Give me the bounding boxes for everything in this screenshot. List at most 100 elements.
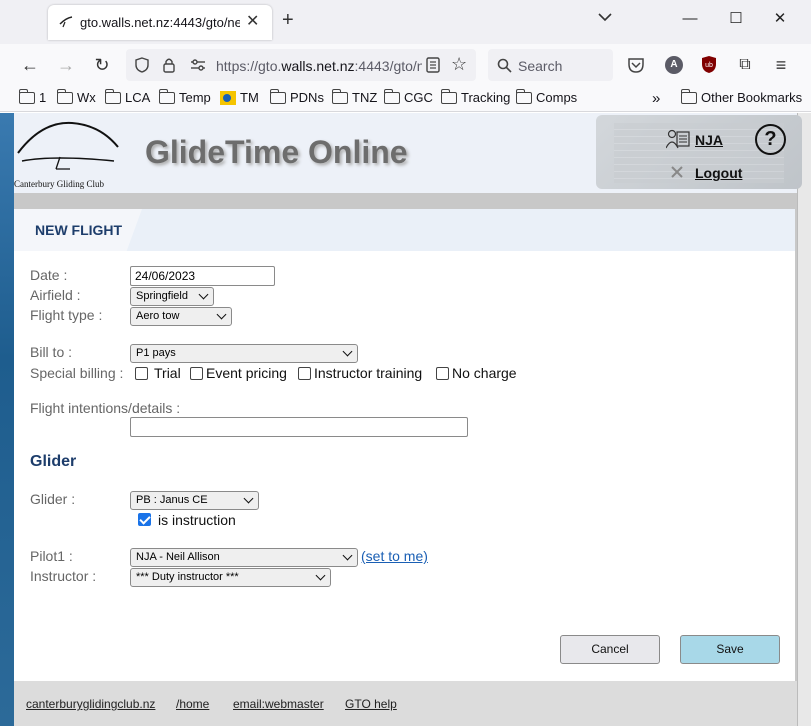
browser-tab[interactable]: gto.walls.net.nz:4443/gto/new_f ✕ [48, 5, 272, 40]
trial-label[interactable]: Trial [154, 365, 181, 381]
club-logo-text: Canterbury Gliding Club [14, 179, 104, 189]
club-logo[interactable]: Canterbury Gliding Club [14, 119, 124, 191]
bookmark-folder[interactable]: TNZ [331, 88, 377, 105]
no-charge-label[interactable]: No charge [452, 365, 517, 381]
trial-checkbox[interactable] [135, 367, 148, 380]
url-text[interactable]: https://gto.walls.net.nz:4443/gto/new_f [216, 58, 422, 74]
more-bookmarks-chevron-icon[interactable]: » [652, 90, 660, 107]
chevron-down-icon [216, 309, 227, 320]
airfield-select[interactable]: Springfield [130, 287, 214, 306]
bill-to-label: Bill to : [30, 344, 73, 360]
new-tab-icon[interactable]: + [282, 9, 294, 32]
bookmark-folder[interactable]: Tracking [440, 88, 511, 105]
bookmark-folder[interactable]: Comps [515, 88, 577, 105]
folder-icon [104, 88, 121, 104]
section-title: NEW FLIGHT [35, 222, 123, 238]
glider-label: Glider : [30, 491, 76, 507]
cancel-button[interactable]: Cancel [560, 635, 660, 664]
instructor-training-checkbox[interactable] [298, 367, 311, 380]
bookmark-label: Tracking [461, 90, 511, 105]
glider-select[interactable]: PB : Janus CE [130, 491, 259, 510]
flight-type-label: Flight type : [30, 307, 103, 323]
bookmark-label: Wx [77, 90, 96, 105]
account-avatar-icon[interactable]: A [665, 56, 683, 74]
ublock-icon[interactable]: ub [701, 55, 717, 74]
list-tabs-chevron-icon[interactable] [598, 12, 612, 22]
instructor-training-label[interactable]: Instructor training [314, 365, 422, 381]
instructor-label: Instructor : [30, 568, 97, 584]
window-close-icon[interactable]: ✕ [769, 8, 791, 30]
page-viewport: Canterbury Gliding Club GlideTime Online… [0, 113, 811, 726]
bookmark-star-icon[interactable]: ☆ [451, 54, 467, 75]
bookmark-label: Other Bookmarks [701, 90, 803, 105]
footer-link-webmaster[interactable]: email:webmaster [233, 697, 324, 711]
glider-heading: Glider [30, 453, 77, 470]
folder-icon [680, 88, 697, 104]
minimize-icon[interactable]: — [679, 8, 701, 30]
browser-navbar: ← → ↻ https://gto.walls.net.nz:4443/gto/… [0, 44, 811, 86]
reload-icon[interactable]: ↻ [91, 54, 113, 76]
logout-link[interactable]: Logout [695, 165, 742, 181]
bookmark-folder[interactable]: Wx [56, 88, 96, 105]
tm-favicon-icon [220, 90, 236, 105]
pilot1-select[interactable]: NJA - Neil Allison [130, 548, 358, 567]
forward-icon[interactable]: → [55, 54, 77, 76]
bill-to-select[interactable]: P1 pays [130, 344, 358, 363]
extensions-icon[interactable]: ⧉ [734, 54, 756, 76]
glider-logo-icon [17, 121, 119, 170]
airfield-value: Springfield [136, 290, 188, 302]
site-footer: canterburyglidingclub.nz /home email:web… [14, 681, 797, 726]
is-instruction-label[interactable]: is instruction [158, 512, 236, 528]
permissions-icon[interactable] [190, 58, 206, 72]
bookmark-folder[interactable]: LCA [104, 88, 151, 105]
glider-value: PB : Janus CE [136, 494, 208, 506]
footer-link-help[interactable]: GTO help [345, 697, 397, 711]
url-bar[interactable]: https://gto.walls.net.nz:4443/gto/new_f … [126, 49, 476, 81]
footer-link-home[interactable]: /home [176, 697, 209, 711]
event-pricing-checkbox[interactable] [190, 367, 203, 380]
user-name-link[interactable]: NJA [695, 132, 723, 148]
bookmark-folder[interactable]: 1 [18, 88, 47, 105]
svg-text:ub: ub [705, 62, 713, 69]
intentions-input[interactable] [130, 417, 468, 437]
folder-icon [383, 88, 400, 104]
date-input[interactable]: 24/06/2023 [130, 266, 275, 286]
tab-close-icon[interactable]: ✕ [246, 11, 259, 31]
footer-link-club[interactable]: canterburyglidingclub.nz [26, 697, 155, 711]
event-pricing-label[interactable]: Event pricing [206, 365, 287, 381]
bookmark-label: 1 [39, 90, 47, 105]
maximize-icon[interactable]: ☐ [725, 8, 747, 30]
menu-icon[interactable]: ≡ [770, 54, 792, 76]
folder-icon [331, 88, 348, 104]
bookmark-folder[interactable]: Temp [158, 88, 211, 105]
user-card-icon [666, 129, 690, 149]
no-charge-checkbox[interactable] [436, 367, 449, 380]
shield-icon[interactable] [134, 57, 150, 73]
reader-view-icon[interactable] [426, 57, 440, 73]
logout-x-icon [671, 166, 683, 178]
back-icon[interactable]: ← [19, 54, 41, 76]
search-bar[interactable]: Search [488, 49, 613, 81]
folder-icon [56, 88, 73, 104]
lock-icon[interactable] [162, 57, 176, 73]
bill-to-value: P1 pays [136, 347, 176, 359]
bookmark-link[interactable]: TM [220, 90, 259, 105]
bookmark-folder[interactable]: CGC [383, 88, 433, 105]
help-icon[interactable]: ? [755, 124, 786, 155]
search-icon [497, 58, 512, 73]
instructor-select[interactable]: *** Duty instructor *** [130, 568, 331, 587]
other-bookmarks-folder[interactable]: Other Bookmarks [680, 88, 803, 105]
pocket-icon[interactable] [627, 56, 645, 74]
bookmark-label: LCA [125, 90, 151, 105]
chevron-down-icon [198, 289, 209, 300]
set-to-me-link[interactable]: (set to me) [361, 548, 428, 564]
url-host: walls.net.nz [281, 58, 355, 74]
flight-type-select[interactable]: Aero tow [130, 307, 232, 326]
section-header: NEW FLIGHT [14, 209, 795, 251]
chevron-down-icon [243, 493, 254, 504]
save-button[interactable]: Save [680, 635, 780, 664]
bookmark-folder[interactable]: PDNs [269, 88, 324, 105]
url-path: :4443/gto/new_f [354, 58, 422, 74]
is-instruction-checkbox[interactable] [138, 513, 151, 526]
instructor-value: *** Duty instructor *** [136, 571, 239, 583]
